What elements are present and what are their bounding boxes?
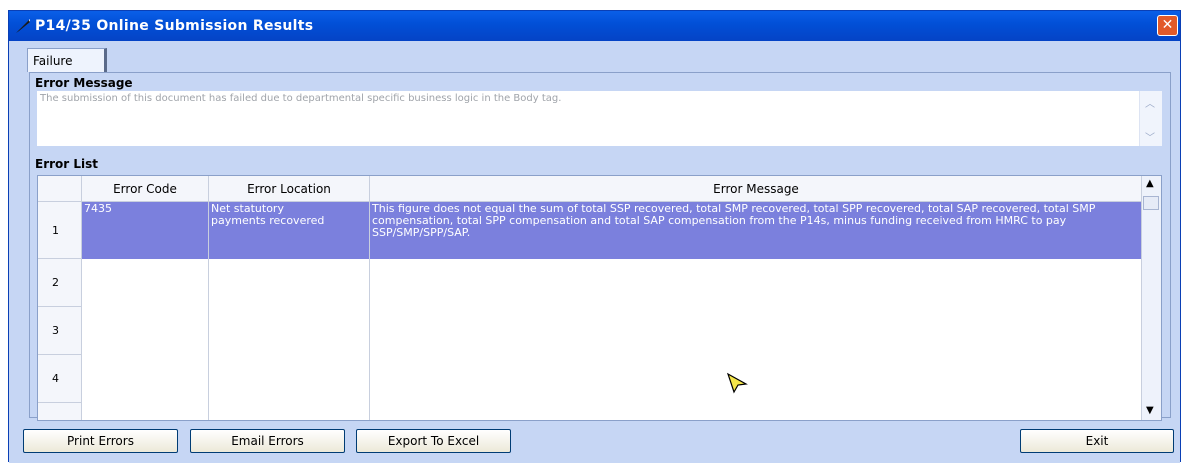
row-number[interactable]: 2 <box>38 259 82 307</box>
table-cell-error-code[interactable] <box>82 259 209 307</box>
row-number[interactable]: 4 <box>38 355 82 403</box>
table-cell-error-location[interactable] <box>209 355 370 420</box>
table-cell-error-message[interactable] <box>370 259 1143 307</box>
table-cell-error-location[interactable]: Net statutory payments recovered <box>209 202 370 259</box>
table-cell-error-location[interactable] <box>209 307 370 355</box>
close-button[interactable]: ✕ <box>1157 15 1178 36</box>
scrollbar-thumb[interactable] <box>1143 196 1159 210</box>
error-message-text: The submission of this document has fail… <box>40 93 562 104</box>
export-to-excel-button[interactable]: Export To Excel <box>356 429 511 453</box>
close-icon: ✕ <box>1161 17 1174 33</box>
error-list-scrollbar[interactable]: ▲ ▼ <box>1141 176 1161 420</box>
quill-icon <box>16 19 30 33</box>
title-bar[interactable]: P14/35 Online Submission Results ✕ <box>9 11 1180 41</box>
column-header-error-code[interactable]: Error Code <box>82 176 209 202</box>
error-list-label: Error List <box>35 157 99 171</box>
print-errors-button[interactable]: Print Errors <box>23 429 178 453</box>
error-list-grid[interactable]: Error Code Error Location Error Message … <box>37 175 1162 421</box>
row-number[interactable]: 3 <box>38 307 82 355</box>
row-number[interactable]: 1 <box>38 202 82 259</box>
submission-results-window: P14/35 Online Submission Results ✕ Failu… <box>8 10 1181 463</box>
scroll-up-icon[interactable]: ▲ <box>1146 178 1154 189</box>
window-title: P14/35 Online Submission Results <box>35 18 314 34</box>
scroll-up-icon[interactable]: ︿ <box>1145 95 1155 110</box>
scroll-down-icon[interactable]: ﹀ <box>1145 129 1155 144</box>
error-message-scrollbar[interactable]: ︿ ﹀ <box>1139 91 1162 146</box>
mouse-pointer-icon <box>726 372 748 394</box>
row-number-header <box>38 176 82 202</box>
table-cell-error-code[interactable]: 7435 <box>82 202 209 259</box>
table-cell-error-message[interactable] <box>370 355 1143 420</box>
tab-failure[interactable]: Failure <box>27 48 107 72</box>
column-header-error-location[interactable]: Error Location <box>209 176 370 202</box>
table-cell-error-code[interactable] <box>82 355 209 420</box>
email-errors-button[interactable]: Email Errors <box>190 429 345 453</box>
table-cell-error-message[interactable]: This figure does not equal the sum of to… <box>370 202 1143 259</box>
error-message-label: Error Message <box>35 76 133 90</box>
column-header-error-message[interactable]: Error Message <box>370 176 1143 202</box>
row-number-partial <box>38 403 82 420</box>
scroll-down-icon[interactable]: ▼ <box>1146 405 1154 416</box>
error-message-box: The submission of this document has fail… <box>37 91 1162 146</box>
table-cell-error-location[interactable] <box>209 259 370 307</box>
exit-button[interactable]: Exit <box>1020 429 1174 453</box>
tab-failure-label: Failure <box>33 54 73 68</box>
failure-panel: Error Message The submission of this doc… <box>29 72 1171 421</box>
table-cell-error-code[interactable] <box>82 307 209 355</box>
window-client-area: Failure Error Message The submission of … <box>9 41 1180 463</box>
table-cell-error-message[interactable] <box>370 307 1143 355</box>
